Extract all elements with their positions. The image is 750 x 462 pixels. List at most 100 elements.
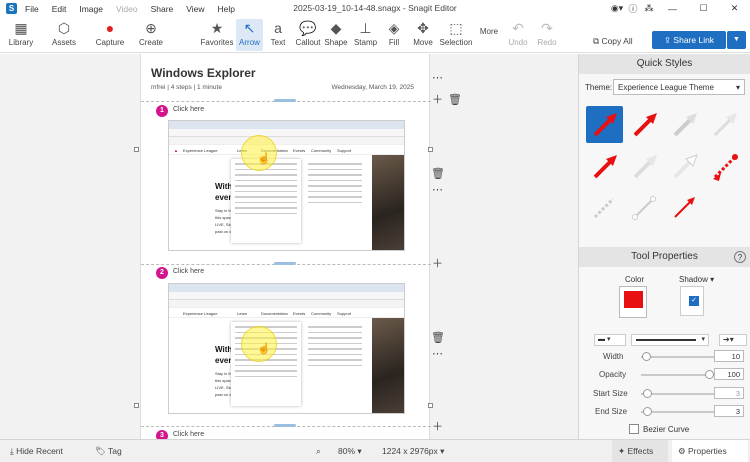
bezier-checkbox[interactable]	[629, 424, 639, 434]
copy-all-button[interactable]: ⧉ Copy All	[593, 36, 633, 47]
quick-style-swatch[interactable]	[626, 106, 663, 143]
minimize-button[interactable]: —	[657, 4, 688, 14]
cursor-hand-icon: ☝	[257, 153, 271, 165]
arrow-tool[interactable]: ↖ Arrow	[236, 19, 263, 51]
library-button[interactable]: ▦ Library	[6, 19, 36, 47]
account-icon[interactable]: ◉▾	[609, 3, 625, 14]
resize-handle[interactable]	[134, 403, 139, 408]
capture-button[interactable]: ● Capture	[92, 19, 128, 47]
tag-button[interactable]: 🏷 Tag	[95, 446, 122, 457]
text-tool[interactable]: a Text	[266, 19, 290, 47]
delete-step-icon[interactable]: 🗑	[448, 94, 462, 107]
quick-style-swatch[interactable]	[586, 106, 623, 143]
feedback-icon[interactable]: ⁂	[641, 3, 657, 14]
step-screenshot[interactable]: Experience League Learn Documentation Ev…	[168, 283, 405, 414]
canvas[interactable]: Windows Explorer mfrei | 4 steps | 1 min…	[0, 54, 578, 439]
theme-select[interactable]: Experience League Theme ▾	[613, 79, 745, 95]
favorites-tool[interactable]: ★ Favorites	[199, 19, 235, 47]
step-screenshot[interactable]: ▲ Experience League Learn Documentation …	[168, 120, 405, 251]
menu-file[interactable]: File	[25, 4, 39, 14]
resize-handle[interactable]	[428, 403, 433, 408]
undo-button[interactable]: ↶ Undo	[506, 19, 530, 47]
checkmark-icon: ✓	[689, 296, 699, 306]
quick-style-swatch[interactable]	[666, 106, 703, 143]
share-link-button[interactable]: ⇪ Share Link	[652, 31, 726, 49]
hide-recent-button[interactable]: ⤓ Hide Recent	[10, 446, 63, 457]
quick-style-swatch[interactable]	[706, 148, 743, 185]
quick-style-swatch[interactable]	[666, 188, 703, 225]
redo-button[interactable]: ↷ Redo	[535, 19, 559, 47]
opacity-input[interactable]: 100	[714, 368, 744, 380]
end-size-input[interactable]: 3	[714, 405, 744, 417]
opacity-slider-knob[interactable]	[705, 370, 714, 379]
selection-tool[interactable]: ⬚ Selection	[439, 19, 473, 47]
menu-video[interactable]: Video	[116, 4, 138, 14]
properties-button[interactable]: ⚙ Properties	[672, 440, 748, 462]
step-drag-handle[interactable]	[274, 262, 296, 265]
doc-title[interactable]: Windows Explorer	[151, 66, 256, 80]
more-options-icon[interactable]: ⋯	[431, 348, 444, 361]
step-number-badge: 2	[156, 267, 168, 279]
stamp-tool[interactable]: ⊥ Stamp	[352, 19, 379, 47]
zoom-select[interactable]: 80% ▾	[338, 446, 362, 457]
add-step-icon[interactable]: ＋	[431, 258, 444, 271]
step-caption[interactable]: Click here	[173, 106, 204, 113]
menu-view[interactable]: View	[186, 4, 204, 14]
start-size-slider[interactable]	[641, 389, 721, 398]
delete-step-icon[interactable]: 🗑	[431, 332, 445, 345]
step-caption[interactable]: Click here	[173, 268, 204, 275]
callout-tool[interactable]: 💬 Callout	[293, 19, 323, 47]
shadow-grid[interactable]: ✓	[680, 286, 704, 316]
share-dropdown-button[interactable]: ▼	[727, 31, 746, 49]
menu-share[interactable]: Share	[151, 4, 174, 14]
more-tools-button[interactable]: More	[478, 27, 500, 36]
create-button[interactable]: ⊕ Create	[134, 19, 168, 47]
menu-bar: File Edit Image Video Share View Help	[25, 4, 235, 14]
shadow-label[interactable]: Shadow ▾	[679, 275, 714, 284]
arrow-end-style[interactable]: ➔▾	[719, 334, 747, 346]
quick-style-swatch[interactable]	[626, 148, 663, 185]
shape-tool[interactable]: ◆ Shape	[323, 19, 349, 47]
color-picker[interactable]	[619, 286, 647, 318]
quick-style-swatch[interactable]	[666, 148, 703, 185]
resize-handle[interactable]	[428, 147, 433, 152]
step-drag-handle[interactable]	[274, 424, 296, 427]
more-options-icon[interactable]: ⋯	[431, 72, 444, 85]
step-caption[interactable]: Click here	[173, 431, 204, 438]
assets-button[interactable]: ⬡ Assets	[44, 19, 84, 47]
quick-style-swatch[interactable]	[626, 188, 663, 225]
start-size-input[interactable]: 3	[714, 387, 744, 399]
help-icon[interactable]: ?	[734, 251, 746, 263]
zoom-search-icon[interactable]: ⌕	[316, 446, 321, 457]
move-tool[interactable]: ✥ Move	[411, 19, 435, 47]
effects-button[interactable]: ✦ Effects	[612, 440, 668, 462]
width-slider[interactable]	[641, 352, 721, 361]
width-slider-knob[interactable]	[642, 352, 651, 361]
image-dimensions[interactable]: 1224 x 2976px ▾	[382, 446, 444, 457]
menu-image[interactable]: Image	[79, 4, 103, 14]
quick-style-swatch[interactable]	[586, 188, 623, 225]
fill-tool[interactable]: ◈ Fill	[383, 19, 405, 47]
more-options-icon[interactable]: ⋯	[431, 184, 444, 197]
info-icon[interactable]: ⓘ	[625, 2, 641, 15]
selection-label: Selection	[439, 38, 473, 47]
end-size-slider[interactable]	[641, 407, 721, 416]
arrow-start-style[interactable]: ▬ ▾	[594, 334, 626, 346]
line-style-select[interactable]: ▾	[631, 334, 709, 346]
menu-edit[interactable]: Edit	[52, 4, 67, 14]
quick-style-swatch[interactable]	[586, 148, 623, 185]
resize-handle[interactable]	[134, 147, 139, 152]
color-label: Color	[625, 275, 645, 284]
end-size-knob[interactable]	[643, 407, 652, 416]
add-step-icon[interactable]: ＋	[431, 421, 444, 434]
step-drag-handle[interactable]	[274, 99, 296, 102]
delete-step-icon[interactable]: 🗑	[431, 168, 445, 181]
width-input[interactable]: 10	[714, 350, 744, 362]
add-step-icon[interactable]: ＋	[431, 94, 444, 107]
menu-help[interactable]: Help	[218, 4, 235, 14]
quick-style-swatch[interactable]	[706, 106, 743, 143]
start-size-knob[interactable]	[643, 389, 652, 398]
opacity-slider[interactable]	[641, 370, 721, 379]
close-button[interactable]: ✕	[719, 3, 750, 14]
maximize-button[interactable]: ☐	[688, 3, 719, 14]
